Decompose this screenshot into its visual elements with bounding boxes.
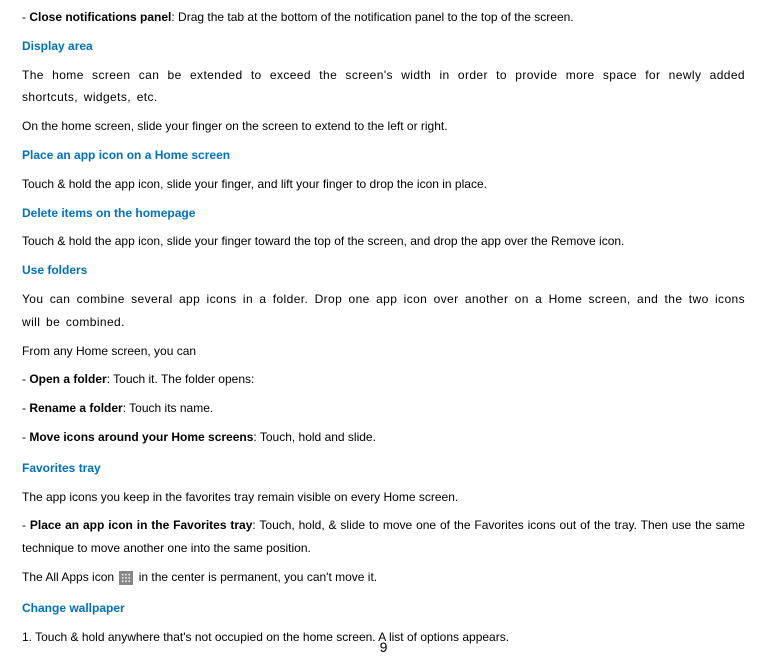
page-number: 9 [0, 634, 767, 661]
move-icons-line: - Move icons around your Home screens: T… [22, 426, 745, 449]
favorites-place-bold: Place an app icon in the Favorites tray [30, 518, 253, 532]
open-folder-bold: Open a folder [29, 372, 106, 386]
use-folders-heading: Use folders [22, 259, 745, 282]
display-area-p1: The home screen can be extended to excee… [22, 64, 745, 110]
rename-folder-bold: Rename a folder [29, 401, 122, 415]
favorites-place-line: - Place an app icon in the Favorites tra… [22, 514, 745, 560]
delete-items-p1: Touch & hold the app icon, slide your fi… [22, 230, 745, 253]
favorites-allapps-line: The All Apps icon in the center is perma… [22, 566, 745, 589]
favorites-heading: Favorites tray [22, 457, 745, 480]
allapps-after: in the center is permanent, you can't mo… [135, 570, 377, 584]
display-area-p2: On the home screen, slide your finger on… [22, 115, 745, 138]
move-icons-bold: Move icons around your Home screens [29, 430, 253, 444]
use-folders-p2: From any Home screen, you can [22, 340, 745, 363]
open-folder-rest: : Touch it. The folder opens: [107, 372, 255, 386]
change-wallpaper-heading: Change wallpaper [22, 597, 745, 620]
all-apps-icon [119, 571, 133, 585]
close-notifications-line: - Close notifications panel: Drag the ta… [22, 6, 745, 29]
allapps-before: The All Apps icon [22, 570, 117, 584]
delete-items-heading: Delete items on the homepage [22, 202, 745, 225]
favorites-p1: The app icons you keep in the favorites … [22, 486, 745, 509]
close-notifications-rest: : Drag the tab at the bottom of the noti… [171, 10, 573, 24]
rename-folder-rest: : Touch its name. [123, 401, 214, 415]
use-folders-p1: You can combine several app icons in a f… [22, 288, 745, 334]
move-icons-rest: : Touch, hold and slide. [253, 430, 376, 444]
open-folder-line: - Open a folder: Touch it. The folder op… [22, 368, 745, 391]
place-icon-heading: Place an app icon on a Home screen [22, 144, 745, 167]
close-notifications-bold: Close notifications panel [29, 10, 171, 24]
rename-folder-line: - Rename a folder: Touch its name. [22, 397, 745, 420]
place-icon-p1: Touch & hold the app icon, slide your fi… [22, 173, 745, 196]
display-area-heading: Display area [22, 35, 745, 58]
